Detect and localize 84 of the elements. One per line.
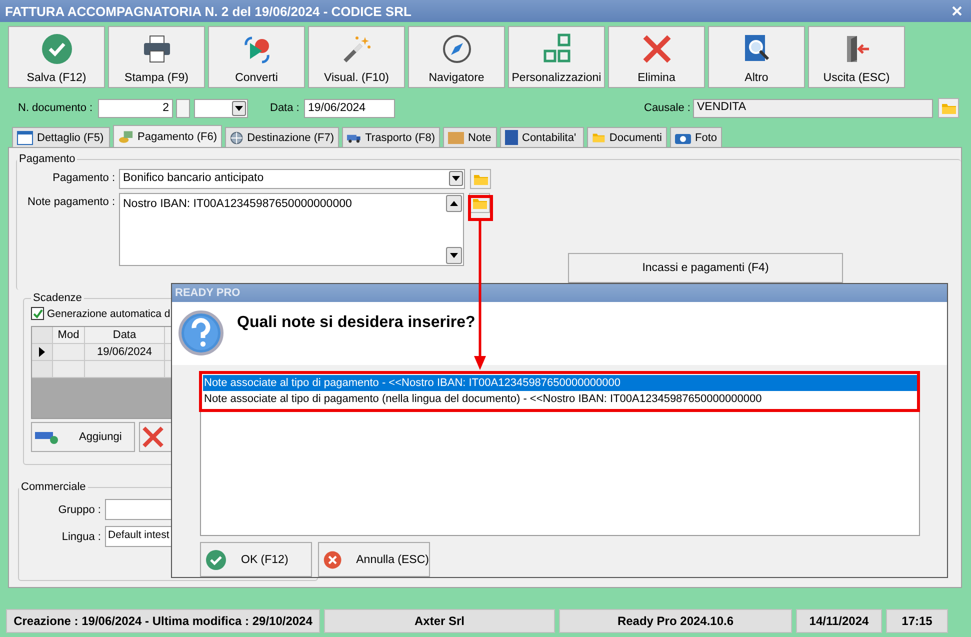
dialog-button[interactable]: Annulla (ESC): [318, 542, 430, 577]
folder-icon: [472, 172, 488, 186]
date-field[interactable]: 19/06/2024: [304, 98, 395, 118]
close-icon: [142, 426, 164, 448]
coins-icon: [118, 130, 134, 144]
toolbar-button[interactable]: Elimina: [608, 26, 705, 88]
group-title: Commerciale: [20, 481, 87, 493]
tab[interactable]: Documenti: [587, 127, 667, 147]
table-cell: 19/06/2024: [85, 344, 165, 361]
tab[interactable]: Pagamento (F6): [113, 125, 222, 147]
toolbar-button[interactable]: Converti: [208, 26, 305, 88]
tab[interactable]: Trasporto (F8): [342, 127, 440, 147]
row-pointer-icon: [39, 347, 45, 357]
scroll-up-button[interactable]: [446, 195, 462, 212]
payment-dropdown[interactable]: Bonifico bancario anticipato: [119, 169, 465, 189]
field-label: Pagamento :: [52, 171, 115, 184]
dialog-question: Quali note si desidera inserire?: [237, 314, 476, 332]
incassi-button[interactable]: Incassi e pagamenti (F4): [568, 253, 843, 283]
table-cell: [53, 344, 85, 361]
tab[interactable]: Foto: [670, 127, 722, 147]
compass-icon: [440, 33, 472, 65]
tab[interactable]: Dettaglio (F5): [12, 127, 110, 147]
toolbar-button[interactable]: Personalizzazioni: [508, 26, 605, 88]
field-label: Causale :: [644, 102, 692, 114]
row-header[interactable]: [32, 344, 53, 361]
field-label: Note pagamento :: [26, 195, 115, 208]
notes-field[interactable]: Nostro IBAN: IT00A12345987650000000000: [119, 193, 464, 266]
scroll-down-button[interactable]: [446, 247, 462, 264]
toolbar-button[interactable]: Salva (F12): [8, 26, 105, 88]
check-icon: [40, 33, 72, 65]
status-panel: Creazione : 19/06/2024 - Ultima modifica : 29/10/2024: [6, 609, 320, 633]
close-icon[interactable]: [952, 6, 962, 16]
toolbar-button[interactable]: Navigatore: [408, 26, 505, 88]
check-icon: [205, 548, 227, 570]
list-item[interactable]: Note associate al tipo di pagamento - <<Nostro IBAN: IT00A12345987650000000000: [203, 375, 917, 391]
book-icon: [505, 130, 518, 145]
tab[interactable]: Destinazione (F7): [225, 127, 339, 147]
status-panel: 14/11/2024: [796, 609, 882, 633]
field-label: Data :: [270, 102, 300, 114]
dialog-button[interactable]: OK (F12): [200, 542, 312, 577]
spin-box[interactable]: [176, 98, 190, 118]
status-panel: 17:15: [886, 609, 948, 633]
caret-icon: [235, 106, 243, 110]
add-row-icon: [35, 430, 59, 444]
dialog-title: READY PRO: [172, 284, 947, 302]
camera-icon: [675, 131, 691, 144]
add-button[interactable]: Aggiungi: [31, 422, 135, 452]
folder-icon: [940, 102, 956, 114]
table-cell: [53, 361, 85, 378]
caret-icon: [452, 176, 460, 181]
status-panel: Ready Pro 2024.10.6: [559, 609, 792, 633]
question-icon: [178, 310, 224, 356]
close-icon: [640, 33, 672, 65]
tab[interactable]: Note: [443, 127, 497, 147]
column-header: Mod: [53, 327, 85, 344]
calendar-icon: [17, 130, 33, 144]
checkbox[interactable]: [31, 307, 44, 320]
checkbox-label: Generazione automatica d: [47, 308, 170, 320]
field-label: Lingua :: [60, 530, 101, 542]
folder-icon: [472, 196, 488, 210]
status-panel: Axter Srl: [324, 609, 555, 633]
window-title: FATTURA ACCOMPAGNATORIA N. 2 del 19/06/2024 - CODICE SRL: [5, 4, 412, 18]
toolbar-button[interactable]: Visual. (F10): [308, 26, 405, 88]
document-number-field[interactable]: 2: [98, 98, 173, 118]
toolbar-button[interactable]: Uscita (ESC): [808, 26, 905, 88]
cancel-icon: [323, 548, 342, 570]
field-label: N. documento :: [18, 102, 94, 114]
folder-icon: [592, 131, 606, 144]
highlight-frame: [468, 195, 493, 221]
toolbar-button[interactable]: Altro: [708, 26, 805, 88]
tab[interactable]: Contabilita': [500, 127, 584, 147]
causale-field[interactable]: VENDITA: [693, 98, 933, 118]
group-title: Scadenze: [32, 292, 83, 304]
globe-icon: [230, 130, 244, 144]
caret-icon: [450, 253, 458, 258]
toolbar-button[interactable]: Stampa (F9): [108, 26, 205, 88]
list-item[interactable]: Note associate al tipo di pagamento (nella lingua del documento) - <<Nostro IBAN: IT00A12345987650000000000: [203, 391, 917, 407]
column-header: Data: [85, 327, 165, 344]
group-title: Pagamento: [18, 153, 76, 165]
table-corner: [32, 327, 53, 344]
series-dropdown[interactable]: [194, 98, 248, 118]
field-label: Gruppo :: [57, 504, 101, 516]
caret-up-icon: [450, 201, 458, 206]
note-icon: [448, 131, 464, 144]
